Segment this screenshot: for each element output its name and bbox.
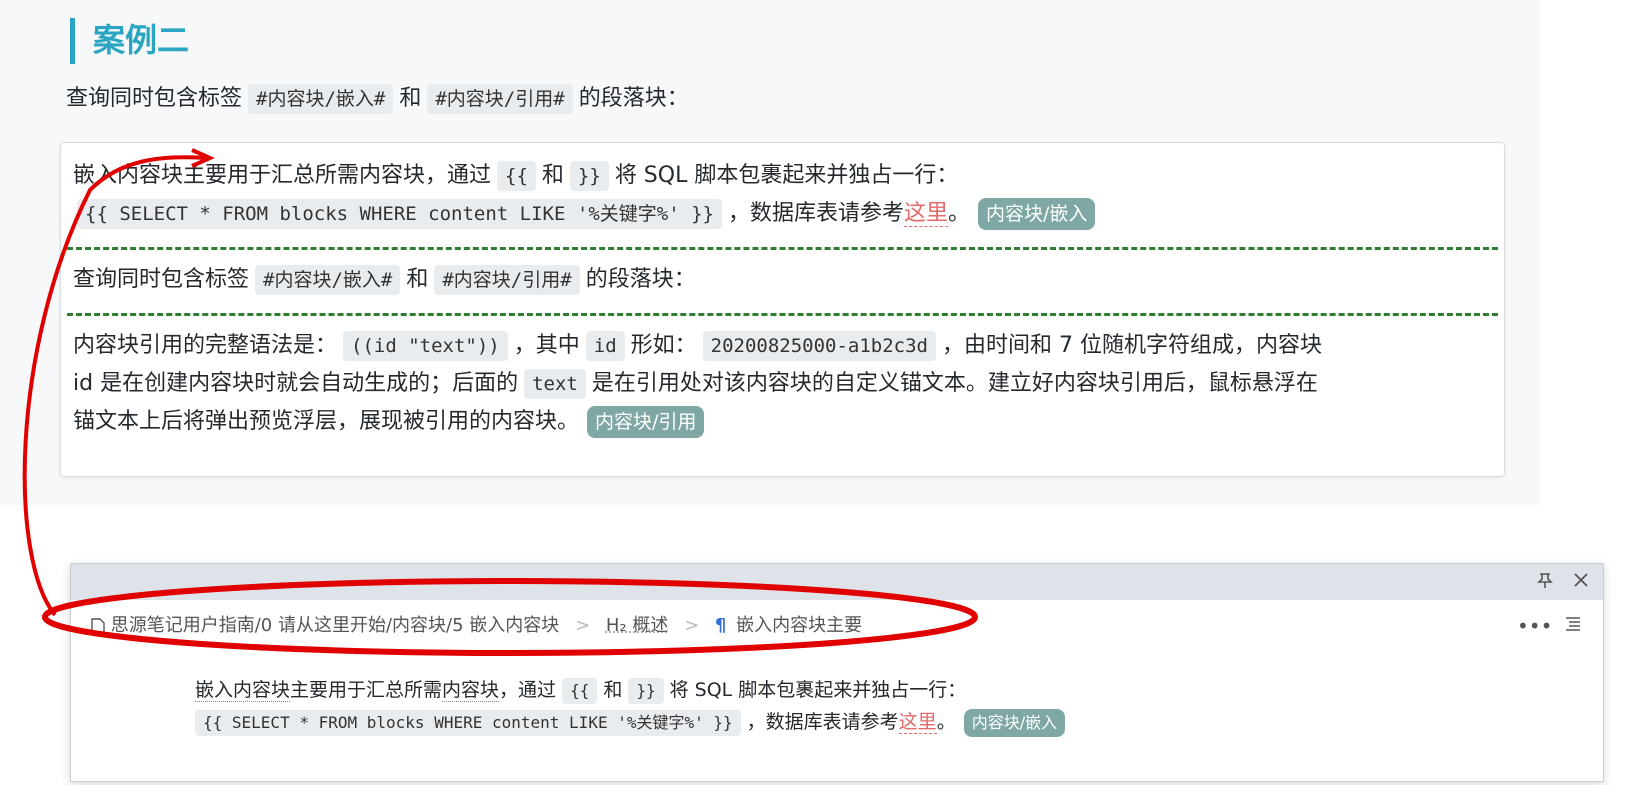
block2-tag-embed: #内容块/嵌入# bbox=[255, 265, 401, 295]
block3-text-c: 形如： bbox=[630, 333, 697, 358]
block1-end: 。 bbox=[947, 201, 970, 226]
outline-icon[interactable] bbox=[1559, 612, 1587, 640]
query-result-card: 嵌入内容块主要用于汇总所需内容块，通过{{和}} 将 SQL 脚本包裹起来并独占一… bbox=[60, 142, 1505, 477]
chevron-right-icon: > bbox=[684, 615, 700, 636]
document-icon bbox=[91, 615, 111, 636]
popup-text-a[interactable]: 嵌入内容块 bbox=[195, 679, 291, 702]
breadcrumb: 思源笔记用户指南/0 请从这里开始/内容块/5 嵌入内容块 > H₂ 概述 > … bbox=[91, 606, 862, 646]
chevron-right-icon: > bbox=[575, 615, 591, 636]
block2-prefix: 查询同时包含标签 bbox=[73, 267, 250, 292]
document-area: 案例二 查询同时包含标签 #内容块/嵌入# 和 #内容块/引用# 的段落块： 嵌入内容块… bbox=[0, 0, 1540, 505]
block2-tag-ref: #内容块/引用# bbox=[434, 265, 580, 295]
tag-embed[interactable]: 内容块/嵌入 bbox=[978, 198, 1096, 230]
block2-and: 和 bbox=[406, 267, 429, 292]
popup-sql-code: {{ SELECT * FROM blocks WHERE content LI… bbox=[195, 710, 741, 736]
intro-suffix: 的段落块： bbox=[578, 86, 689, 111]
block1-and: 和 bbox=[541, 163, 564, 188]
block3-text-g: 锚文本上后将弹出预览浮层，展现被引用的内容块。 bbox=[73, 409, 580, 434]
block3-text-d: ，由时间和 7 位随机字符组成，内容块 bbox=[942, 333, 1322, 358]
popup-and: 和 bbox=[603, 679, 623, 701]
block3-text-f: 是在引用处对该内容块的自定义锚文本。建立好内容块引用后，鼠标悬浮在 bbox=[591, 371, 1318, 396]
block3-text-e: id 是在创建内容块时就会自动生成的；后面的 bbox=[73, 371, 519, 396]
popup-line2: {{ SELECT * FROM blocks WHERE content LI… bbox=[195, 706, 1066, 738]
tag-code-embed: #内容块/嵌入# bbox=[248, 84, 394, 114]
popup-text-b: 主要用于汇总所需 bbox=[290, 679, 443, 701]
pin-icon[interactable] bbox=[1531, 568, 1559, 596]
code-ref-syntax: ((id "text")) bbox=[343, 331, 508, 361]
block3-text-a: 内容块引用的完整语法是： bbox=[73, 333, 338, 358]
code-close-braces: }} bbox=[569, 161, 609, 191]
paragraph-icon: ¶ bbox=[714, 615, 727, 636]
block-preview-popup: 思源笔记用户指南/0 请从这里开始/内容块/5 嵌入内容块 > H₂ 概述 > … bbox=[70, 563, 1604, 782]
popup-text-d: ，通过 bbox=[499, 679, 557, 701]
tag-code-ref: #内容块/引用# bbox=[427, 84, 573, 114]
popup-line1: 嵌入内容块主要用于汇总所需内容块，通过{{和}} 将 SQL 脚本包裹起来并独占一… bbox=[195, 674, 1065, 706]
popup-content[interactable]: 嵌入内容块主要用于汇总所需内容块，通过{{和}} 将 SQL 脚本包裹起来并独占一… bbox=[195, 674, 1066, 738]
breadcrumb-block[interactable]: 嵌入内容块主要 bbox=[736, 615, 862, 636]
intro-paragraph[interactable]: 查询同时包含标签 #内容块/嵌入# 和 #内容块/引用# 的段落块： bbox=[66, 82, 689, 116]
more-icon[interactable]: ••• bbox=[1517, 612, 1552, 640]
block-separator bbox=[67, 313, 1498, 316]
block3-line3[interactable]: 锚文本上后将弹出预览浮层，展现被引用的内容块。 内容块/引用 bbox=[73, 403, 705, 441]
popup-titlebar[interactable] bbox=[71, 564, 1603, 600]
popup-text-c[interactable]: 内容块 bbox=[442, 679, 500, 702]
reference-link[interactable]: 这里 bbox=[903, 201, 948, 227]
block1-line1[interactable]: 嵌入内容块主要用于汇总所需内容块，通过{{和}} 将 SQL 脚本包裹起来并独占一… bbox=[73, 157, 958, 195]
popup-reference-link[interactable]: 这里 bbox=[898, 711, 937, 734]
code-id: id bbox=[585, 331, 625, 361]
page-heading: 案例二 bbox=[70, 18, 189, 64]
code-id-example: 20200825000-a1b2c3d bbox=[702, 331, 936, 361]
block1-text-a: 嵌入内容块主要用于汇总所需内容块，通过 bbox=[73, 163, 492, 188]
block1-text-c: ，数据库表请参考 bbox=[727, 201, 904, 226]
block3-line2[interactable]: id 是在创建内容块时就会自动生成的；后面的 text 是在引用处对该内容块的自定义… bbox=[73, 365, 1318, 403]
popup-code-open: {{ bbox=[562, 678, 598, 704]
breadcrumb-heading[interactable]: H₂ 概述 bbox=[606, 615, 668, 636]
block1-text-b: 将 SQL 脚本包裹起来并独占一行： bbox=[614, 163, 959, 188]
breadcrumb-path[interactable]: 思源笔记用户指南/0 请从这里开始/内容块/5 嵌入内容块 bbox=[111, 615, 560, 636]
block2-line[interactable]: 查询同时包含标签 #内容块/嵌入# 和 #内容块/引用# 的段落块： bbox=[73, 261, 696, 299]
popup-text-e: 将 SQL 脚本包裹起来并独占一行： bbox=[669, 679, 967, 701]
popup-code-close: }} bbox=[628, 678, 664, 704]
code-open-braces: {{ bbox=[497, 161, 536, 191]
popup-text-f: ，数据库表请参考 bbox=[746, 711, 899, 733]
intro-and: 和 bbox=[399, 86, 422, 111]
block-separator bbox=[67, 247, 1498, 250]
block2-suffix: 的段落块： bbox=[585, 267, 696, 292]
tag-ref[interactable]: 内容块/引用 bbox=[587, 406, 705, 438]
block3-text-b: ，其中 bbox=[513, 333, 580, 358]
block3-line1[interactable]: 内容块引用的完整语法是： ((id "text")) ，其中 id 形如： 2020082… bbox=[73, 327, 1322, 365]
block1-line2[interactable]: {{ SELECT * FROM blocks WHERE content LI… bbox=[73, 195, 1096, 233]
close-icon[interactable] bbox=[1567, 568, 1595, 596]
code-text: text bbox=[524, 369, 586, 399]
popup-end: 。 bbox=[936, 711, 956, 733]
popup-tag-embed[interactable]: 内容块/嵌入 bbox=[963, 709, 1066, 737]
sql-code: {{ SELECT * FROM blocks WHERE content LI… bbox=[77, 199, 722, 229]
intro-prefix: 查询同时包含标签 bbox=[66, 86, 243, 111]
